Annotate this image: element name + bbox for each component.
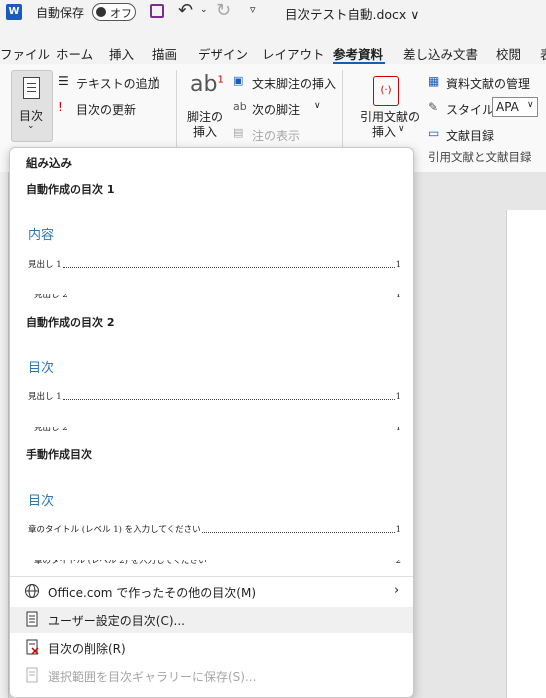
undo-icon[interactable]: ↶ bbox=[178, 0, 193, 21]
update-toc-button[interactable]: 目次の更新 bbox=[76, 101, 136, 118]
bibliography-icon: ▭ bbox=[428, 126, 440, 140]
group-label-citations: 引用文献と文献目録 bbox=[428, 150, 532, 164]
tab-mailings[interactable]: 差し込み文書 bbox=[403, 44, 478, 63]
tab-view[interactable]: 表 bbox=[540, 44, 546, 63]
tab-draw[interactable]: 描画 bbox=[152, 44, 177, 63]
save-to-gallery-icon bbox=[24, 667, 42, 685]
vertical-ruler bbox=[0, 172, 9, 698]
globe-icon bbox=[24, 583, 42, 601]
tab-review[interactable]: 校閲 bbox=[496, 44, 521, 63]
toc-section-title: 手動作成目次 bbox=[26, 448, 92, 461]
tab-references[interactable]: 参考資料 bbox=[333, 44, 383, 63]
redo-icon[interactable]: ↻ bbox=[216, 0, 231, 21]
endnote-icon: ▣ bbox=[233, 74, 244, 87]
chevron-right-icon: › bbox=[394, 583, 400, 598]
chevron-down-icon: ∨ bbox=[527, 100, 534, 110]
toc-gallery: 組み込み 自動作成の目次 1 内容 見出し 11 見出し 21 自動作成の目次 … bbox=[9, 147, 414, 698]
toc-preview-cutoff: 章のタイトル (レベル 2) を入力してください 2 bbox=[34, 560, 401, 566]
style-label: スタイル: bbox=[446, 103, 499, 117]
builtin-header: 組み込み bbox=[26, 156, 72, 170]
toc-preview-line: 章のタイトル (レベル 1) を入力してください 1 bbox=[28, 525, 401, 535]
toc-preview-line: 見出し 11 bbox=[28, 260, 401, 270]
style-icon: ✎ bbox=[428, 100, 439, 114]
customize-qat-icon[interactable]: ▿ bbox=[250, 3, 256, 16]
autosave-label: 自動保存 bbox=[36, 6, 85, 20]
save-selection-item[interactable]: 選択範囲を目次ギャラリーに保存(S)... bbox=[10, 663, 413, 689]
tab-layout[interactable]: レイアウト bbox=[262, 44, 325, 63]
toc-preview-heading: 目次 bbox=[28, 361, 55, 376]
style-select[interactable]: APA ∨ bbox=[492, 97, 538, 117]
document-page[interactable] bbox=[506, 210, 546, 698]
show-notes-icon: ▤ bbox=[233, 126, 244, 139]
word-app-icon: W bbox=[6, 4, 22, 20]
insert-footnote-line2[interactable]: 挿入 bbox=[193, 123, 217, 140]
chevron-down-icon: ⌄ bbox=[27, 121, 35, 131]
toc-icon bbox=[23, 77, 40, 99]
bibliography-button[interactable]: 文献目録 bbox=[446, 127, 494, 144]
more-toc-office-item[interactable]: Office.com で作ったその他の目次(M) › bbox=[10, 579, 413, 605]
next-footnote-icon: ab bbox=[233, 100, 247, 113]
custom-toc-item[interactable]: ユーザー設定の目次(C)... bbox=[10, 607, 413, 633]
toc-button[interactable]: 目次 ⌄ bbox=[11, 70, 53, 142]
custom-toc-icon bbox=[24, 611, 42, 629]
toc-preview-heading: 目次 bbox=[28, 494, 55, 509]
chevron-down-icon[interactable]: ∨ bbox=[152, 75, 159, 85]
insert-endnote-button[interactable]: 文末脚注の挿入 bbox=[252, 75, 336, 92]
remove-toc-icon bbox=[24, 639, 42, 657]
toc-preview-line: 見出し 11 bbox=[28, 392, 401, 402]
title-bar: W 自動保存 オフ ↶ ⌄ ↻ ▿ 目次テスト自動.docx ∨ bbox=[0, 0, 546, 26]
manage-sources-icon: ▦ bbox=[428, 74, 440, 88]
next-footnote-button[interactable]: 次の脚注 bbox=[252, 101, 300, 118]
toc-section-title: 自動作成の目次 2 bbox=[26, 316, 115, 329]
toc-preview-cutoff: 見出し 21 bbox=[34, 427, 401, 433]
menu-separator bbox=[10, 576, 413, 577]
undo-dropdown-icon[interactable]: ⌄ bbox=[200, 5, 208, 15]
tab-design[interactable]: デザイン bbox=[198, 44, 248, 63]
manage-sources-button[interactable]: 資料文献の管理 bbox=[446, 75, 530, 92]
toc-preview-heading: 内容 bbox=[28, 228, 55, 243]
toc-section-title: 自動作成の目次 1 bbox=[26, 183, 115, 196]
chevron-down-icon[interactable]: ∨ bbox=[398, 124, 405, 134]
toc-preview-cutoff: 見出し 21 bbox=[34, 294, 401, 300]
update-toc-icon: ! bbox=[58, 100, 63, 114]
citation-icon: (·) bbox=[373, 76, 399, 106]
tab-insert[interactable]: 挿入 bbox=[109, 44, 134, 63]
save-icon[interactable] bbox=[150, 4, 164, 18]
remove-toc-item[interactable]: 目次の削除(R) bbox=[10, 635, 413, 661]
document-title[interactable]: 目次テスト自動.docx ∨ bbox=[285, 4, 419, 23]
add-text-icon: ☰ bbox=[58, 74, 69, 88]
chevron-down-icon[interactable]: ∨ bbox=[314, 101, 321, 111]
tab-file[interactable]: ファイル bbox=[0, 44, 50, 63]
titlebar-spacer bbox=[0, 26, 546, 38]
tab-home[interactable]: ホーム bbox=[56, 44, 93, 63]
add-text-button[interactable]: テキストの追加 bbox=[76, 75, 160, 92]
footnote-icon: ab1 bbox=[190, 72, 224, 97]
show-notes-button[interactable]: 注の表示 bbox=[252, 127, 300, 144]
toc-preview-manual[interactable] bbox=[16, 474, 407, 570]
insert-citation-line2[interactable]: 挿入 bbox=[372, 123, 396, 140]
autosave-toggle[interactable]: オフ bbox=[92, 3, 136, 21]
